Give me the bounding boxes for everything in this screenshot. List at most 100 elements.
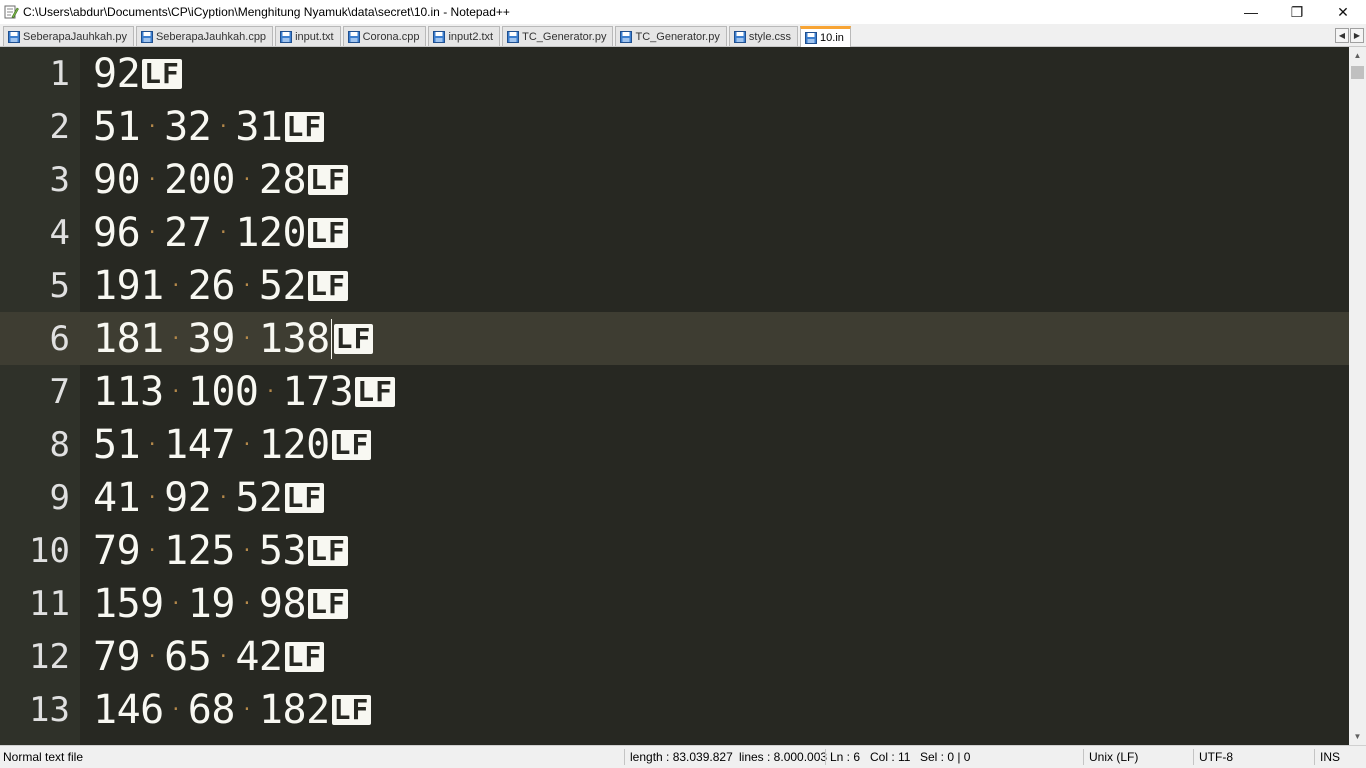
number-token: 191 <box>93 263 164 309</box>
text-line[interactable]: 8 51 · 147 · 120 LF <box>0 418 1349 471</box>
tab-0[interactable]: SeberapaJauhkah.py <box>3 26 134 46</box>
line-content[interactable]: 79 · 65 · 42 LF <box>93 634 325 680</box>
text-line[interactable]: 9 41 · 92 · 52 LF <box>0 471 1349 524</box>
status-eol-format[interactable]: Unix (LF) <box>1089 746 1138 768</box>
line-content[interactable]: 51 · 32 · 31 LF <box>93 104 325 150</box>
eol-marker: LF <box>308 269 348 302</box>
space-marker: · <box>170 699 182 720</box>
line-content[interactable]: 181 · 39 · 138 LF <box>93 318 374 360</box>
text-line[interactable]: 4 96 · 27 · 120 LF <box>0 206 1349 259</box>
space-marker: · <box>170 275 182 296</box>
line-number: 12 <box>29 637 70 677</box>
number-token: 96 <box>93 210 141 256</box>
tab-1[interactable]: SeberapaJauhkah.cpp <box>135 26 274 46</box>
tab-8[interactable]: 10.in <box>800 26 851 47</box>
status-lines: lines : 8.000.003 <box>739 750 828 764</box>
status-line-number: Ln : 6 <box>830 750 861 764</box>
line-number: 11 <box>29 584 70 624</box>
tab-label: style.css <box>748 30 792 43</box>
number-token: 173 <box>282 369 354 415</box>
text-line[interactable]: 11 159 · 19 · 98 LF <box>0 577 1349 630</box>
status-file-type: Normal text file <box>3 750 84 764</box>
text-line[interactable]: 6 181 · 39 · 138 LF <box>0 312 1349 365</box>
tab-5[interactable]: TC_Generator.py <box>502 26 614 46</box>
text-line[interactable]: 13 146 · 68 · 182 LF <box>0 683 1349 736</box>
number-token: 200 <box>164 157 235 203</box>
number-token: 52 <box>235 475 283 521</box>
tab-label: TC_Generator.py <box>522 30 607 43</box>
space-marker: · <box>217 116 229 137</box>
line-content[interactable]: 96 · 27 · 120 LF <box>93 212 348 254</box>
status-encoding[interactable]: UTF-8 <box>1199 746 1233 768</box>
eol-marker: LF <box>331 693 372 726</box>
number-token: 42 <box>235 634 283 680</box>
number-token: 19 <box>187 581 236 627</box>
text-line[interactable]: 2 51 · 32 · 31 LF <box>0 100 1349 153</box>
tab-scroll-left-button[interactable]: ◀ <box>1335 28 1349 43</box>
text-line[interactable]: 3 90 · 200 · 28 LF <box>0 153 1349 206</box>
text-line[interactable]: 1 92 LF <box>0 47 1349 100</box>
space-marker: · <box>241 593 253 614</box>
status-divider <box>1083 749 1084 765</box>
number-token: 125 <box>164 528 235 574</box>
line-content[interactable]: 113 · 100 · 173 LF <box>93 371 395 413</box>
minimize-button[interactable]: — <box>1228 0 1274 24</box>
line-content[interactable]: 146 · 68 · 182 LF <box>93 689 372 731</box>
tab-3[interactable]: Corona.cpp <box>342 26 427 46</box>
text-line[interactable]: 5 191 · 26 · 52 LF <box>0 259 1349 312</box>
space-marker: · <box>146 487 158 508</box>
number-token: 113 <box>93 369 164 415</box>
status-bar: Normal text file length : 83.039.827 lin… <box>0 745 1366 768</box>
scroll-down-arrow[interactable]: ▼ <box>1349 728 1366 745</box>
text-line[interactable]: 7 113 · 100 · 173 LF <box>0 365 1349 418</box>
tab-2[interactable]: input.txt <box>275 26 341 46</box>
tab-label: TC_Generator.py <box>635 30 720 43</box>
text-caret <box>330 319 332 359</box>
tab-scroll-right-button[interactable]: ▶ <box>1350 28 1364 43</box>
number-token: 27 <box>164 210 212 256</box>
editor-area[interactable]: 1 92 LF 2 51 · 32 · 31 LF 3 90 · 200 · 28 LF 4 96 · 27 · 120 LF… <box>0 47 1349 745</box>
space-marker: · <box>217 222 229 243</box>
line-number: 6 <box>49 319 70 359</box>
scroll-up-arrow[interactable]: ▲ <box>1349 47 1366 64</box>
saved-file-icon <box>507 30 520 43</box>
saved-file-icon <box>347 30 360 43</box>
eol-marker: LF <box>284 640 325 673</box>
eol-marker: LF <box>308 163 348 196</box>
space-marker: · <box>146 222 158 243</box>
eol-marker: LF <box>308 534 348 567</box>
status-divider <box>1314 749 1315 765</box>
text-line[interactable]: 12 79 · 65 · 42 LF <box>0 630 1349 683</box>
number-token: 52 <box>258 263 307 309</box>
tab-6[interactable]: TC_Generator.py <box>615 26 727 46</box>
saved-file-icon <box>140 30 153 43</box>
line-content[interactable]: 79 · 125 · 53 LF <box>93 530 348 572</box>
title-bar: C:\Users\abdur\Documents\CP\iCyption\Men… <box>0 0 1366 24</box>
line-content[interactable]: 159 · 19 · 98 LF <box>93 583 348 625</box>
line-content[interactable]: 51 · 147 · 120 LF <box>93 422 372 468</box>
space-marker: · <box>241 328 253 349</box>
number-token: 28 <box>258 157 307 203</box>
window-title: C:\Users\abdur\Documents\CP\iCyption\Men… <box>23 5 510 19</box>
status-insert-mode[interactable]: INS <box>1320 746 1340 768</box>
text-line[interactable]: 10 79 · 125 · 53 LF <box>0 524 1349 577</box>
number-token: 31 <box>235 104 283 150</box>
tab-7[interactable]: style.css <box>728 26 799 46</box>
line-content[interactable]: 191 · 26 · 52 LF <box>93 265 348 307</box>
close-button[interactable]: ✕ <box>1320 0 1366 24</box>
line-number: 4 <box>49 213 70 253</box>
tab-4[interactable]: input2.txt <box>428 26 501 46</box>
space-marker: · <box>170 328 182 349</box>
number-token: 79 <box>93 528 141 574</box>
number-token: 100 <box>187 369 259 415</box>
space-marker: · <box>265 381 276 402</box>
line-content[interactable]: 41 · 92 · 52 LF <box>93 475 325 521</box>
line-number: 3 <box>49 160 70 200</box>
saved-file-icon <box>433 30 446 43</box>
line-content[interactable]: 92 LF <box>93 53 182 95</box>
restore-button[interactable]: ❐ <box>1274 0 1320 24</box>
line-content[interactable]: 90 · 200 · 28 LF <box>93 159 348 201</box>
vertical-scrollbar[interactable]: ▲ ▼ <box>1349 47 1366 745</box>
scroll-thumb[interactable] <box>1351 66 1364 79</box>
number-token: 51 <box>93 422 141 468</box>
